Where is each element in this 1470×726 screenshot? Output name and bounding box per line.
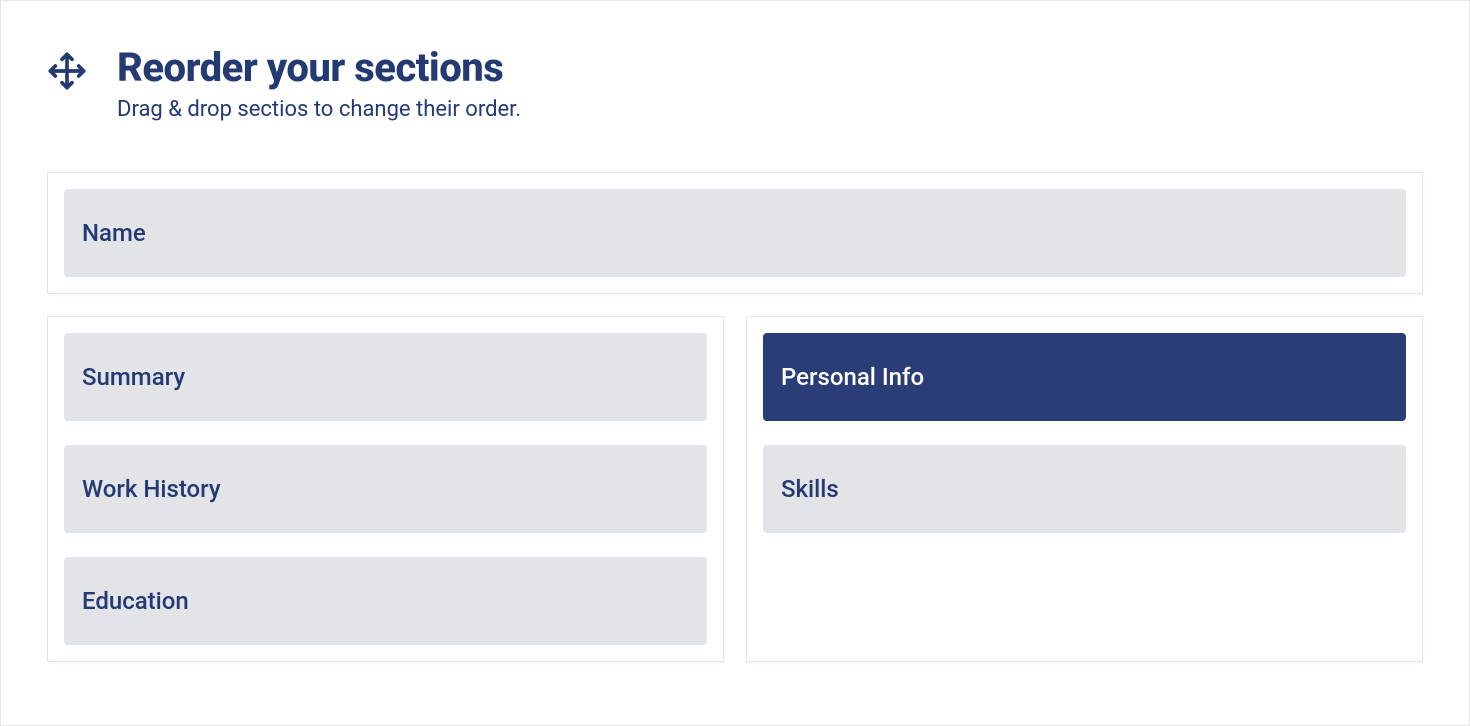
section-item-work-history[interactable]: Work History — [64, 445, 707, 533]
reorder-sections-panel: Reorder your sections Drag & drop sectio… — [0, 0, 1470, 726]
top-card: Name — [47, 172, 1423, 294]
page-subtitle: Drag & drop sectios to change their orde… — [117, 97, 521, 122]
section-item-label: Work History — [82, 475, 221, 503]
header: Reorder your sections Drag & drop sectio… — [47, 47, 1423, 122]
right-column[interactable]: Personal Info Skills — [746, 316, 1423, 662]
section-item-summary[interactable]: Summary — [64, 333, 707, 421]
left-column[interactable]: Summary Work History Education — [47, 316, 724, 662]
page-title: Reorder your sections — [117, 47, 521, 89]
section-item-education[interactable]: Education — [64, 557, 707, 645]
section-item-name[interactable]: Name — [64, 189, 1406, 277]
move-icon — [47, 51, 87, 91]
section-item-label: Education — [82, 587, 189, 615]
section-item-label: Personal Info — [781, 363, 924, 391]
section-item-label: Name — [82, 219, 146, 247]
columns: Summary Work History Education Personal … — [47, 316, 1423, 662]
section-item-label: Summary — [82, 363, 185, 391]
section-item-skills[interactable]: Skills — [763, 445, 1406, 533]
section-item-label: Skills — [781, 475, 839, 503]
section-item-personal-info[interactable]: Personal Info — [763, 333, 1406, 421]
header-text: Reorder your sections Drag & drop sectio… — [117, 47, 521, 122]
